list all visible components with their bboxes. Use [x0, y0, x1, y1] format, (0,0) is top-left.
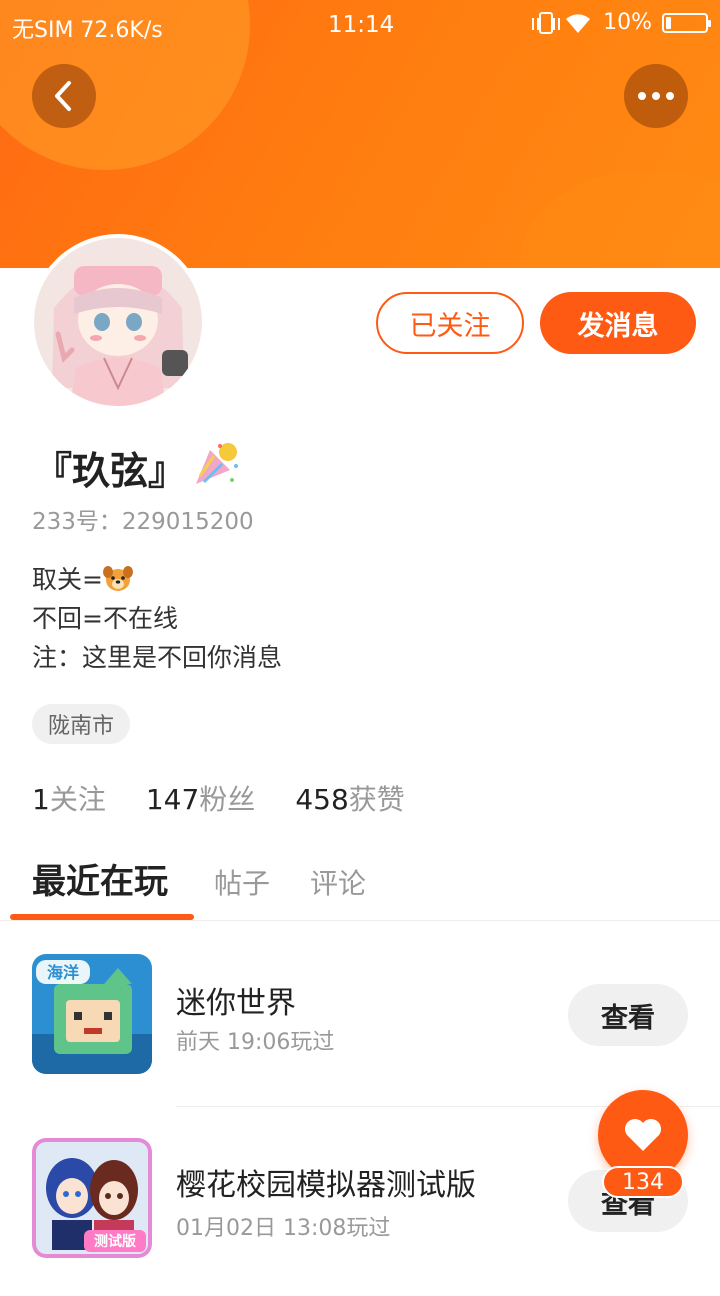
ellipsis-icon	[638, 92, 674, 100]
game-icon-mini-world[interactable]: 海洋	[32, 954, 152, 1074]
tab-posts[interactable]: 帖子	[214, 862, 270, 902]
game-icon-text: 海洋	[47, 963, 79, 982]
game-name[interactable]: 迷你世界	[176, 978, 296, 1022]
bio-line: 取关=	[32, 560, 282, 599]
likes-stat[interactable]: 458获赞	[295, 778, 404, 818]
following-count: 1	[32, 783, 50, 816]
game-played-time: 前天 19:06玩过	[176, 1030, 335, 1055]
following-stat[interactable]: 1关注	[32, 778, 106, 818]
chevron-left-icon	[55, 81, 71, 111]
followers-count: 147	[145, 783, 200, 816]
back-button[interactable]	[32, 64, 96, 128]
view-game-button[interactable]: 查看	[568, 984, 688, 1046]
avatar-illustration	[34, 238, 202, 406]
bio: 取关= 不回=不在线 注：这里是不回你消息	[32, 560, 282, 677]
game-played-time: 01月02日 13:08玩过	[176, 1216, 391, 1241]
confetti-badge-icon	[196, 443, 238, 484]
game-name[interactable]: 樱花校园模拟器测试版	[176, 1160, 476, 1204]
tab-recent[interactable]: 最近在玩	[32, 854, 168, 903]
profile-header-banner: 无SIM 72.6K/s 11:14 10%	[0, 0, 720, 268]
profile-tabs: 最近在玩 帖子 评论	[0, 850, 720, 921]
followed-button[interactable]: 已关注	[376, 292, 524, 354]
dog-emoji-icon	[102, 566, 133, 591]
game-icon-art: 海洋	[32, 954, 152, 1074]
active-tab-indicator	[10, 914, 194, 920]
more-options-button[interactable]	[624, 64, 688, 128]
clock: 11:14	[328, 12, 395, 38]
followers-label: 粉丝	[199, 783, 256, 816]
list-item[interactable]: 海洋 迷你世界 前天 19:06玩过 查看	[0, 940, 720, 1110]
likes-count: 458	[295, 783, 349, 816]
profile-name: 『玖弦』	[34, 449, 187, 493]
followers-stat[interactable]: 147粉丝	[146, 778, 255, 818]
game-icon-sakura-school[interactable]: 测试版	[32, 1138, 152, 1258]
vibrate-icon	[532, 11, 561, 34]
user-id: 233号：229015200	[32, 509, 254, 535]
game-icon-text: 测试版	[94, 1233, 136, 1250]
bio-line-2: 不回=不在线	[32, 604, 178, 633]
bio-line-1: 取关=	[32, 565, 103, 594]
following-label: 关注	[49, 783, 106, 816]
like-count-badge: 134	[602, 1166, 684, 1198]
tab-comments[interactable]: 评论	[310, 862, 366, 902]
location-tag[interactable]: 陇南市	[32, 704, 131, 744]
battery-icon	[662, 12, 711, 33]
bio-line-3: 注：这里是不回你消息	[32, 643, 283, 672]
heart-icon	[625, 1119, 661, 1151]
status-bar: 无SIM 72.6K/s 11:14 10%	[0, 0, 720, 50]
avatar[interactable]	[34, 238, 202, 406]
wifi-icon	[566, 13, 591, 33]
carrier-text: 无SIM 72.6K/s	[12, 18, 163, 43]
likes-label: 获赞	[348, 783, 405, 816]
profile-stats: 1关注 147粉丝 458获赞	[32, 778, 405, 818]
status-icons: 10%	[532, 10, 711, 35]
banner-decoration	[520, 170, 720, 268]
battery-percent: 10%	[603, 10, 652, 35]
game-icon-art: 测试版	[32, 1138, 152, 1258]
send-message-button[interactable]: 发消息	[540, 292, 696, 354]
